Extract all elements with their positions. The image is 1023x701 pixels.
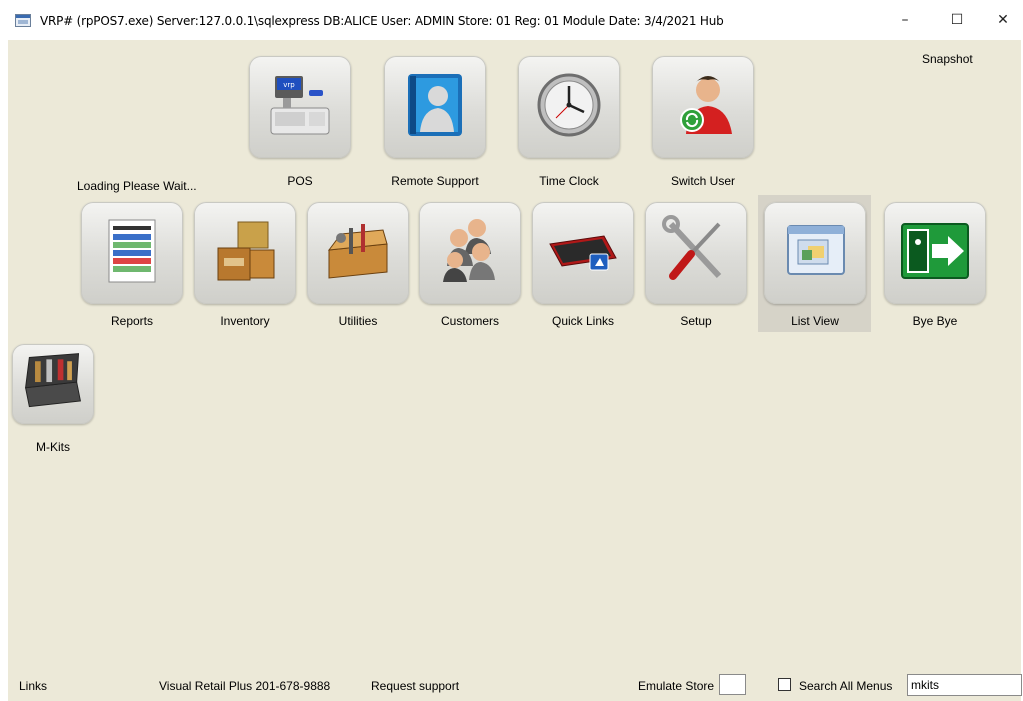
utilities-button[interactable] bbox=[307, 202, 409, 304]
search-all-menus-checkbox[interactable] bbox=[778, 678, 791, 691]
loading-status: Loading Please Wait... bbox=[77, 179, 197, 193]
remote-support-button[interactable] bbox=[384, 56, 486, 158]
minimize-icon: – bbox=[901, 12, 909, 28]
report-icon bbox=[108, 219, 156, 283]
close-icon: ✕ bbox=[997, 12, 1009, 28]
inventory-button[interactable] bbox=[194, 202, 296, 304]
time-clock-button[interactable] bbox=[518, 56, 620, 158]
switch-user-label: Switch User bbox=[670, 174, 735, 188]
bye-bye-button[interactable] bbox=[884, 202, 986, 304]
snapshot-link[interactable]: Snapshot bbox=[922, 52, 973, 66]
emulate-store-input[interactable] bbox=[719, 674, 746, 695]
pos-button[interactable]: vrp bbox=[249, 56, 351, 158]
search-all-menus-label: Search All Menus bbox=[799, 679, 893, 693]
maximize-icon: ☐ bbox=[950, 12, 964, 28]
switch-user-icon bbox=[680, 76, 732, 134]
svg-text:vrp: vrp bbox=[283, 81, 295, 89]
request-support-link[interactable]: Request support bbox=[371, 679, 459, 693]
m-kits-button[interactable] bbox=[12, 344, 94, 424]
pos-label: POS bbox=[287, 174, 313, 188]
setup-button[interactable] bbox=[645, 202, 747, 304]
customers-button[interactable] bbox=[419, 202, 521, 304]
remote-support-label: Remote Support bbox=[391, 174, 479, 188]
boxes-icon bbox=[217, 221, 275, 281]
emulate-store-label: Emulate Store bbox=[638, 679, 715, 693]
menu-search-input[interactable] bbox=[907, 674, 1022, 696]
toolbox-icon bbox=[327, 224, 388, 279]
switch-user-button[interactable] bbox=[652, 56, 754, 158]
links-link[interactable]: Links bbox=[19, 679, 47, 693]
hub-panel: Snapshot Loading Please Wait... vrp POS bbox=[8, 40, 1022, 701]
remote-support-icon bbox=[408, 74, 462, 136]
minimize-button[interactable]: – bbox=[885, 6, 925, 34]
window-title: VRP# (rpPOS7.exe) Server:127.0.0.1\sqlex… bbox=[40, 14, 724, 28]
tool-kit-icon bbox=[25, 353, 81, 408]
customers-icon bbox=[443, 219, 495, 282]
clock-icon bbox=[537, 73, 601, 137]
time-clock-label: Time Clock bbox=[539, 174, 599, 188]
tools-icon bbox=[662, 215, 722, 280]
quick-links-button[interactable] bbox=[532, 202, 634, 304]
cash-register-icon: vrp bbox=[270, 76, 330, 135]
list-view-button[interactable] bbox=[764, 202, 866, 304]
title-bar: VRP# (rpPOS7.exe) Server:127.0.0.1\sqlex… bbox=[0, 0, 1023, 40]
m-kits-label: M-Kits bbox=[36, 440, 70, 454]
bye-bye-label: Bye Bye bbox=[912, 314, 958, 328]
reports-button[interactable] bbox=[81, 202, 183, 304]
app-icon bbox=[15, 14, 31, 27]
keyboard-icon bbox=[549, 235, 617, 271]
close-button[interactable]: ✕ bbox=[983, 6, 1023, 34]
exit-icon bbox=[901, 223, 969, 279]
phone-text: Visual Retail Plus 201-678-9888 bbox=[159, 679, 331, 693]
list-view-icon bbox=[787, 225, 845, 275]
maximize-button[interactable]: ☐ bbox=[937, 6, 977, 34]
